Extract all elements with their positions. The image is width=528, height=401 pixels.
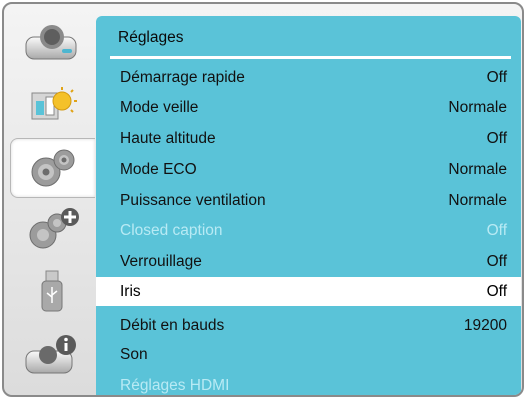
menu-row-verrouillage[interactable]: Verrouillage Off: [96, 247, 521, 276]
tab-setup[interactable]: [10, 138, 95, 198]
menu-row-son[interactable]: Son: [96, 340, 521, 369]
projector-icon: [24, 23, 80, 63]
menu-row-value: Normale: [448, 161, 507, 178]
menu-row-value: Normale: [448, 99, 507, 116]
projector-info-icon: [24, 333, 80, 377]
usb-drive-icon: [32, 267, 72, 315]
menu-tab-bar: [10, 14, 95, 394]
menu-row-value: Off: [486, 253, 507, 270]
tab-usb[interactable]: [10, 262, 94, 320]
panel-title: Réglages: [118, 29, 184, 46]
menu-row-puissance-ventilation[interactable]: Puissance ventilation Normale: [96, 186, 521, 215]
menu-row-haute-altitude[interactable]: Haute altitude Off: [96, 124, 521, 153]
tab-info[interactable]: [10, 326, 94, 384]
menu-row-label: Démarrage rapide: [120, 69, 245, 86]
title-divider: [110, 56, 511, 59]
menu-row-label: Verrouillage: [120, 253, 202, 270]
settings-panel: Réglages Démarrage rapide Off Mode veill…: [96, 16, 521, 395]
menu-row-reglages-hdmi: Réglages HDMI: [96, 371, 521, 395]
menu-row-value: Off: [486, 283, 507, 300]
menu-row-closed-caption: Closed caption Off: [96, 216, 521, 245]
menu-row-label: Closed caption: [120, 222, 223, 239]
menu-row-mode-veille[interactable]: Mode veille Normale: [96, 93, 521, 122]
tab-image-adjust[interactable]: [10, 76, 94, 134]
menu-row-label: Iris: [120, 283, 141, 300]
menu-row-iris[interactable]: Iris Off: [96, 277, 521, 306]
settings-menu-window: Réglages Démarrage rapide Off Mode veill…: [2, 2, 524, 397]
menu-row-label: Mode veille: [120, 99, 199, 116]
gears-plus-icon: [23, 207, 81, 251]
menu-row-value: Off: [486, 130, 507, 147]
image-adjust-icon: [26, 85, 78, 125]
menu-row-label: Mode ECO: [120, 161, 197, 178]
menu-row-value: 19200: [463, 317, 507, 334]
tab-projector[interactable]: [10, 14, 94, 72]
menu-row-label: Haute altitude: [120, 130, 216, 147]
menu-row-demarrage-rapide[interactable]: Démarrage rapide Off: [96, 63, 521, 92]
menu-row-mode-eco[interactable]: Mode ECO Normale: [96, 155, 521, 184]
menu-row-label: Puissance ventilation: [120, 192, 266, 209]
tab-advanced-setup[interactable]: [10, 200, 94, 258]
menu-row-debit-en-bauds[interactable]: Débit en bauds 19200: [96, 311, 521, 340]
gears-icon: [26, 146, 80, 190]
menu-row-value: Off: [486, 222, 507, 239]
menu-row-label: Débit en bauds: [120, 317, 225, 334]
menu-row-value: Normale: [448, 192, 507, 209]
menu-row-label: Réglages HDMI: [120, 377, 230, 394]
menu-row-label: Son: [120, 346, 148, 363]
menu-row-value: Off: [486, 69, 507, 86]
